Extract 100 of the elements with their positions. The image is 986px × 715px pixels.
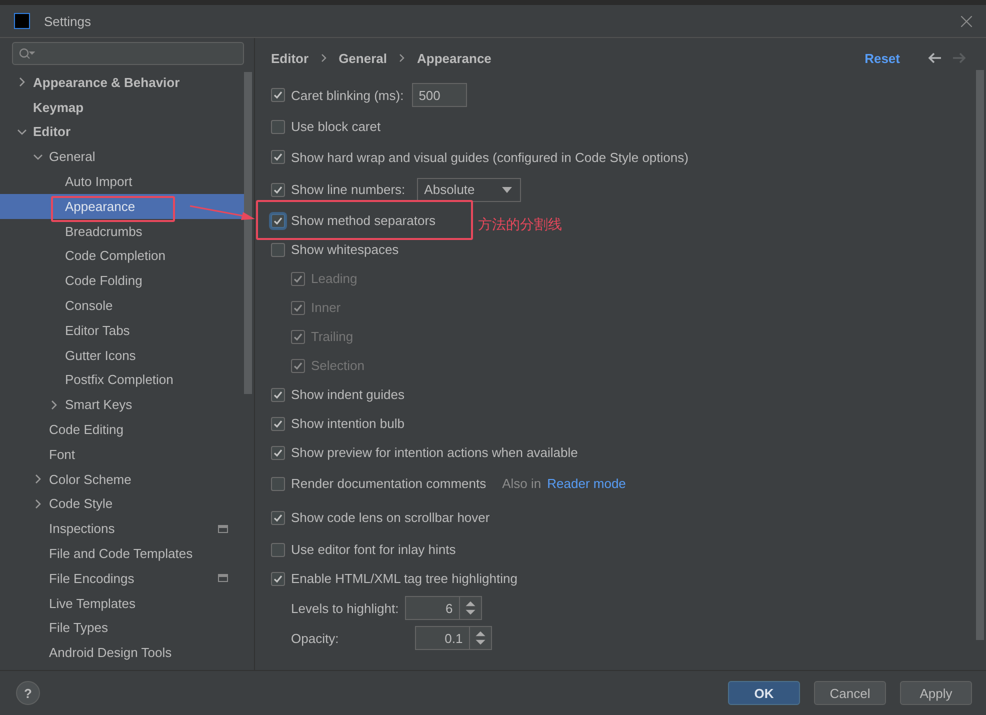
checkbox[interactable]	[271, 88, 285, 102]
tree-item[interactable]: Appearance & Behavior	[0, 70, 244, 95]
back-arrow-icon[interactable]	[928, 52, 942, 64]
checkbox-label: Render documentation comments	[291, 476, 486, 491]
hint-text: Also in	[502, 476, 542, 491]
tree-item[interactable]: Auto Import	[0, 169, 244, 194]
dialog-button[interactable]: Apply	[900, 681, 972, 705]
tree-item[interactable]: File and Code Templates	[0, 541, 244, 566]
caret-down-icon	[502, 186, 512, 192]
checkmark-icon	[273, 90, 283, 100]
tree-item[interactable]: File Types	[0, 616, 244, 640]
tree-item[interactable]: Code Completion	[0, 244, 244, 268]
tree-item[interactable]: Live Templates	[0, 590, 244, 616]
tree-item[interactable]: Appearance	[0, 194, 244, 219]
help-button[interactable]: ?	[16, 681, 40, 705]
search-field[interactable]	[12, 42, 244, 65]
window-title: Settings	[44, 14, 92, 28]
checkbox-label: Inner	[311, 300, 341, 315]
spinner-field[interactable]: 6	[404, 596, 482, 620]
checkbox[interactable]	[271, 572, 285, 586]
checkbox-label: Show code lens on scrollbar hover	[291, 510, 490, 525]
breadcrumb-item[interactable]: Editor	[271, 50, 309, 66]
search-icon	[19, 48, 35, 60]
scrollbar-thumb[interactable]	[976, 70, 984, 640]
checkmark-icon	[273, 152, 283, 162]
tree-item[interactable]: General	[0, 144, 244, 170]
dialog-button[interactable]: Cancel	[814, 681, 886, 705]
scrollbar-thumb[interactable]	[244, 72, 252, 394]
checkbox[interactable]	[271, 388, 285, 402]
field-label: Opacity:	[291, 630, 339, 646]
checkmark-icon	[293, 302, 303, 312]
tree-item[interactable]: Code Folding	[0, 268, 244, 294]
tree-item[interactable]: Font	[0, 442, 244, 467]
checkbox[interactable]	[271, 182, 285, 196]
tree-item[interactable]: Editor Tabs	[0, 318, 244, 343]
chevron-down-icon[interactable]	[33, 152, 43, 162]
checkmark-icon	[273, 574, 283, 584]
checkbox-label: Show hard wrap and visual guides (configured in Code Style options)	[291, 150, 688, 164]
number-input[interactable]: 500	[412, 83, 467, 107]
checkmark-icon	[273, 216, 283, 226]
chevron-right-icon[interactable]	[49, 400, 59, 410]
checkbox[interactable]	[271, 510, 285, 524]
tree-item[interactable]: Android Design Tools	[0, 640, 244, 666]
checkbox-label: Trailing	[311, 329, 354, 344]
checkbox-label: Show method separators	[291, 213, 436, 228]
checkmark-icon	[293, 360, 303, 370]
reader-mode-link[interactable]: Reader mode	[547, 476, 626, 491]
app-logo	[14, 13, 30, 29]
checkbox-label: Use editor font for inlay hints	[291, 542, 456, 557]
chevron-right-icon[interactable]	[17, 77, 27, 88]
checkbox-label: Show intention bulb	[291, 416, 404, 431]
checkbox-label: Caret blinking (ms):	[291, 88, 404, 102]
chevron-right-icon[interactable]	[33, 498, 43, 509]
checkbox-label: Show whitespaces	[291, 242, 399, 257]
tree-item[interactable]: Console	[0, 293, 244, 318]
chevron-right-icon	[398, 54, 405, 62]
tree-item[interactable]: Smart Keys	[0, 392, 244, 418]
checkbox-label: Show preview for intention actions when available	[291, 445, 578, 460]
checkbox-label: Leading	[311, 271, 358, 286]
primary-button[interactable]: OK	[728, 681, 800, 705]
field-label: Levels to highlight:	[291, 600, 399, 616]
tree-item[interactable]: File Encodings	[0, 566, 244, 591]
breadcrumb-item[interactable]: General	[338, 50, 387, 66]
checkbox-label: Enable HTML/XML tag tree highlighting	[291, 571, 518, 586]
tree-item[interactable]: Code Editing	[0, 417, 244, 442]
chevron-down-icon[interactable]	[17, 126, 27, 137]
checkbox[interactable]	[271, 542, 285, 556]
tree-item[interactable]: Editor	[0, 120, 244, 144]
annotation-text: 方法的分割线	[478, 216, 562, 234]
close-icon[interactable]	[961, 16, 972, 26]
checkmark-icon	[293, 274, 303, 284]
tree-item[interactable]: Gutter Icons	[0, 342, 244, 368]
checkbox-label: Use block caret	[291, 119, 381, 134]
checkbox-label: Show line numbers:	[291, 182, 406, 197]
tree-item[interactable]: Color Scheme	[0, 466, 244, 492]
tree-item[interactable]: Postfix Completion	[0, 368, 244, 392]
checkbox[interactable]	[271, 446, 285, 460]
checkbox[interactable]	[271, 476, 285, 490]
checkmark-icon	[293, 332, 303, 342]
spinner-field[interactable]: 0.1	[414, 626, 492, 650]
checkmark-icon	[273, 390, 283, 400]
dropdown[interactable]: Absolute	[417, 178, 522, 202]
checkbox[interactable]	[271, 214, 285, 228]
checkmark-icon	[273, 448, 283, 458]
tree-item[interactable]: Breadcrumbs	[0, 218, 244, 244]
reset-link[interactable]: Reset	[864, 50, 900, 66]
checkmark-icon	[273, 418, 283, 428]
checkmark-icon	[273, 184, 283, 194]
checkbox[interactable]	[271, 416, 285, 430]
checkbox[interactable]	[271, 242, 285, 256]
checkbox[interactable]	[271, 150, 285, 164]
breadcrumb-item[interactable]: Appearance	[416, 50, 492, 66]
tree-item[interactable]: Code Style	[0, 492, 244, 516]
checkmark-icon	[273, 512, 283, 522]
checkbox[interactable]	[271, 120, 285, 134]
tree-item[interactable]: Keymap	[0, 94, 244, 120]
tree-item[interactable]: Inspections	[0, 516, 244, 542]
chevron-right-icon	[320, 54, 327, 62]
checkbox-label: Selection	[311, 358, 364, 373]
chevron-right-icon[interactable]	[33, 474, 43, 484]
